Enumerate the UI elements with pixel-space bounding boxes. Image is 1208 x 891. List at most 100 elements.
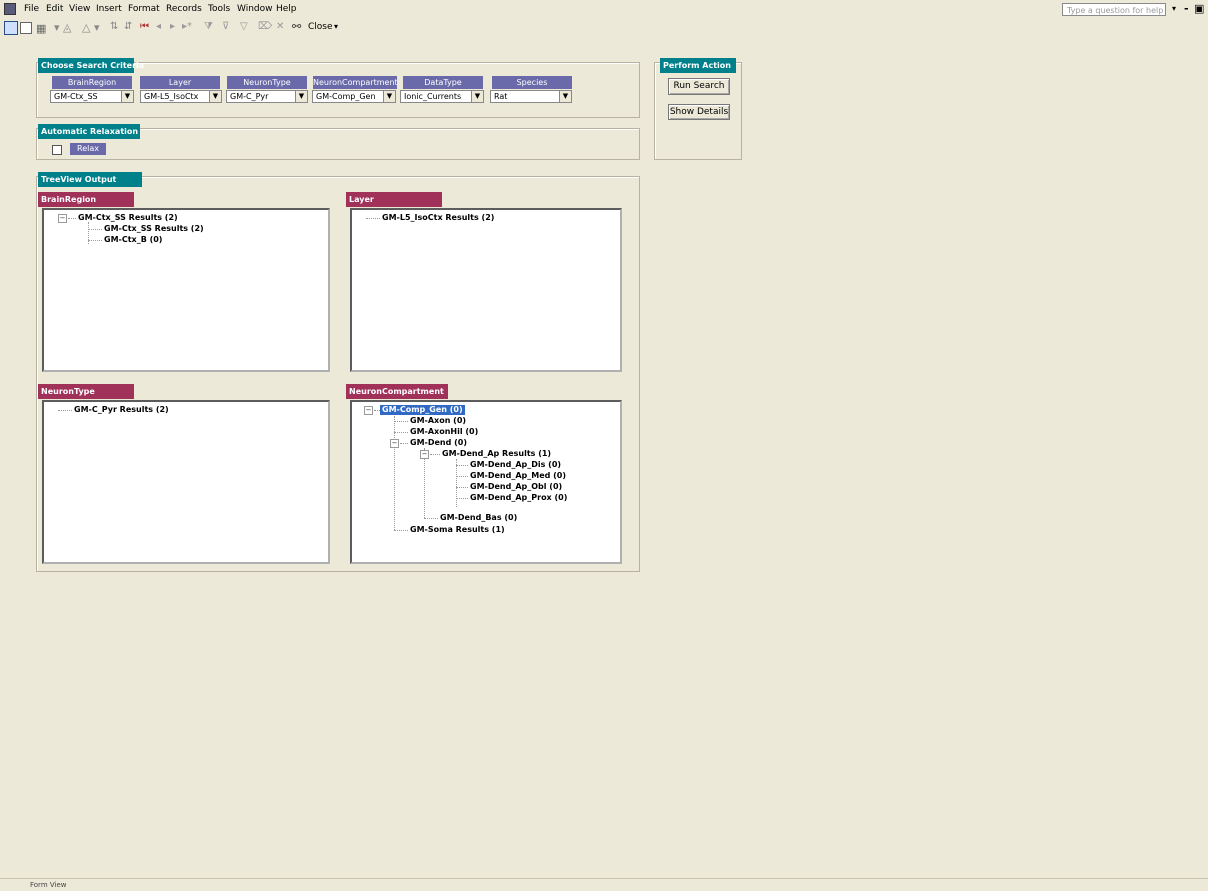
chevron-down-icon[interactable]: ▼: [471, 91, 483, 102]
tree-node[interactable]: GM-L5_IsoCtx Results (2): [382, 213, 494, 223]
tree-connector: [394, 416, 395, 530]
menu-format[interactable]: Format: [128, 4, 160, 14]
chevron-down-icon[interactable]: ▼: [383, 91, 395, 102]
datasheet-view-icon[interactable]: [20, 22, 32, 34]
restore-icon[interactable]: ▣: [1194, 2, 1204, 15]
chevron-down-icon[interactable]: ▼: [121, 91, 133, 102]
menu-view[interactable]: View: [69, 4, 90, 14]
brain-region-select[interactable]: GM-Ctx_SS ▼: [50, 90, 134, 103]
tree-node[interactable]: GM-Ctx_SS Results (2): [104, 224, 204, 234]
neuron-type-tree[interactable]: GM-C_Pyr Results (2): [42, 400, 330, 564]
relax-checkbox[interactable]: [52, 145, 62, 155]
relax-button[interactable]: Relax: [70, 143, 106, 155]
chevron-down-icon[interactable]: ▼: [295, 91, 307, 102]
tree-node[interactable]: GM-Dend_Bas (0): [440, 513, 517, 523]
form-app-icon[interactable]: [4, 3, 16, 15]
tree-connector: [394, 530, 408, 531]
chevron-down-icon[interactable]: ▼: [209, 91, 221, 102]
data-type-value: Ionic_Currents: [404, 92, 462, 101]
menu-file[interactable]: File: [24, 4, 39, 14]
toolbar-options-icon[interactable]: ▾: [334, 22, 338, 31]
collapse-icon[interactable]: −: [390, 439, 399, 448]
new-record-icon[interactable]: ▸*: [182, 21, 192, 32]
tree-node[interactable]: GM-C_Pyr Results (2): [74, 405, 169, 415]
tree-connector: [456, 487, 468, 488]
tree-node[interactable]: GM-Soma Results (1): [410, 525, 505, 535]
tree-node[interactable]: GM-Dend_Ap_Dis (0): [470, 460, 561, 470]
tree-node[interactable]: GM-AxonHil (0): [410, 427, 478, 437]
tree-connector: [366, 218, 380, 219]
collapse-icon[interactable]: −: [58, 214, 67, 223]
tree-node[interactable]: GM-Dend (0): [410, 438, 467, 448]
tree-node[interactable]: GM-Ctx_B (0): [104, 235, 162, 245]
menu-tools[interactable]: Tools: [208, 4, 230, 14]
fill-color-icon[interactable]: ▾ ◬: [54, 21, 71, 34]
neuron-compartment-tree[interactable]: − GM-Comp_Gen (0) GM-Axon (0) GM-AxonHil…: [350, 400, 622, 564]
chevron-down-icon[interactable]: ▼: [559, 91, 571, 102]
collapse-icon[interactable]: −: [420, 450, 429, 459]
tree-node[interactable]: GM-Dend_Ap Results (1): [442, 449, 551, 459]
neuron-type-select[interactable]: GM-C_Pyr ▼: [226, 90, 308, 103]
brain-region-pane-title: BrainRegion: [38, 192, 134, 207]
tree-node[interactable]: GM-Dend_Ap_Med (0): [470, 471, 566, 481]
tree-node[interactable]: GM-Ctx_SS Results (2): [78, 213, 178, 223]
tree-connector: [394, 421, 408, 422]
tree-connector: [400, 443, 408, 444]
tree-connector: [430, 454, 440, 455]
close-button[interactable]: Close: [308, 22, 333, 32]
neuron-compartment-pane-title: NeuronCompartment: [346, 384, 448, 399]
delete-icon[interactable]: ✕: [276, 21, 284, 32]
species-value: Rat: [494, 92, 508, 101]
menu-edit[interactable]: Edit: [46, 4, 63, 14]
neuron-type-value: GM-C_Pyr: [230, 92, 269, 101]
toolbar: ▦ ▾ ◬ △ ▾ ⇅ ⇵ ⏮ ◂ ▸ ▸* ⧩ ⊽ ▽ ⌦ ✕ ⚯ Close…: [0, 18, 1208, 40]
tree-node-selected[interactable]: GM-Comp_Gen (0): [380, 405, 465, 415]
search-criteria-title: Choose Search Criteria: [38, 58, 144, 73]
tree-connector: [424, 518, 438, 519]
find-binoculars-icon[interactable]: ⚯: [292, 20, 301, 33]
brain-region-tree[interactable]: − GM-Ctx_SS Results (2) GM-Ctx_SS Result…: [42, 208, 330, 372]
brain-region-label: BrainRegion: [52, 76, 132, 89]
collapse-icon[interactable]: −: [364, 406, 373, 415]
menu-window[interactable]: Window: [237, 4, 273, 14]
show-details-button[interactable]: Show Details: [668, 104, 730, 120]
menu-insert[interactable]: Insert: [96, 4, 122, 14]
first-record-icon[interactable]: ⏮: [140, 21, 149, 32]
previous-record-icon[interactable]: ◂: [156, 21, 161, 32]
species-select[interactable]: Rat ▼: [490, 90, 572, 103]
minimize-icon[interactable]: -: [1184, 2, 1189, 15]
menu-bar: File Edit View Insert Format Records Too…: [0, 0, 1208, 18]
neuron-compartment-label: NeuronCompartment: [313, 76, 398, 89]
delete-record-icon[interactable]: ⌦: [258, 21, 272, 32]
layer-tree[interactable]: GM-L5_IsoCtx Results (2): [350, 208, 622, 372]
filter-by-form-icon[interactable]: ⊽: [222, 21, 229, 32]
menu-help[interactable]: Help: [276, 4, 297, 14]
form-view-icon[interactable]: [4, 21, 18, 35]
run-search-button[interactable]: Run Search: [668, 78, 730, 95]
species-label: Species: [492, 76, 572, 89]
layer-select[interactable]: GM-L5_IsoCtx ▼: [140, 90, 222, 103]
table-view-icon[interactable]: ▦: [36, 22, 46, 35]
tree-node[interactable]: GM-Dend_Ap_Prox (0): [470, 493, 567, 503]
tree-node[interactable]: GM-Axon (0): [410, 416, 466, 426]
apply-filter-icon[interactable]: ▽: [240, 21, 248, 32]
sort-ascending-icon[interactable]: ⇅: [110, 21, 118, 32]
font-color-icon[interactable]: △ ▾: [82, 21, 99, 34]
layer-label: Layer: [140, 76, 220, 89]
relaxation-title: Automatic Relaxation: [38, 124, 140, 139]
next-record-icon[interactable]: ▸: [170, 21, 175, 32]
neuron-compartment-select[interactable]: GM-Comp_Gen ▼: [312, 90, 396, 103]
tree-connector: [394, 432, 408, 433]
tree-connector: [456, 476, 468, 477]
tree-node[interactable]: GM-Dend_Ap_Obl (0): [470, 482, 562, 492]
tree-connector: [456, 498, 468, 499]
tree-connector: [456, 459, 457, 507]
tree-connector: [88, 229, 102, 230]
neuron-type-pane-title: NeuronType: [38, 384, 134, 399]
sort-descending-icon[interactable]: ⇵: [124, 21, 132, 32]
data-type-select[interactable]: Ionic_Currents ▼: [400, 90, 484, 103]
help-dropdown-icon[interactable]: ▾: [1172, 4, 1176, 13]
help-question-input[interactable]: Type a question for help: [1062, 3, 1166, 16]
filter-by-selection-icon[interactable]: ⧩: [204, 21, 213, 32]
menu-records[interactable]: Records: [166, 4, 202, 14]
